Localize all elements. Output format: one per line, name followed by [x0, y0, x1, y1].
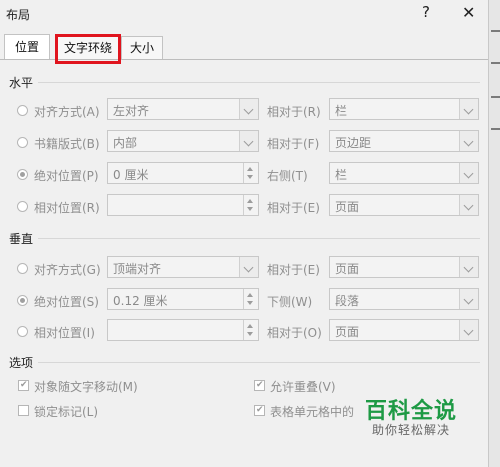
combo-v-relative-relative[interactable]: 页面 [329, 319, 479, 341]
combo-h-absolute-relative-value: 栏 [335, 168, 348, 182]
chevron-down-icon [459, 257, 478, 277]
label-move-with-text: 对象随文字移动(M) [34, 380, 138, 394]
check-icon: ✔ [20, 380, 28, 390]
label-v-absolute-position: 绝对位置(S) [34, 295, 99, 309]
combo-book-layout-relative-value: 页边距 [335, 136, 372, 150]
section-divider-horizontal [38, 82, 480, 83]
combo-h-relative-relative-value: 页面 [335, 200, 360, 214]
spin-arrows-icon[interactable] [243, 320, 258, 340]
combo-h-alignment-relative-value: 栏 [335, 104, 348, 118]
chevron-down-icon [239, 131, 258, 151]
combo-book-layout[interactable]: 内部 [107, 130, 259, 152]
radio-v-relative-position[interactable] [17, 326, 28, 337]
checkbox-lock-anchor[interactable] [18, 405, 29, 416]
chevron-down-icon [459, 131, 478, 151]
background-window-edge [488, 0, 500, 467]
chevron-down-icon [459, 163, 478, 183]
layout-dialog: 布局 ? ✕ 位置 文字环绕 大小 水平 对齐方式(A) 左对齐 相对于(R) … [0, 0, 488, 467]
combo-book-layout-value: 内部 [113, 136, 138, 150]
spin-h-relative-position[interactable] [107, 194, 259, 216]
checkbox-in-table-cell[interactable]: ✔ [254, 405, 265, 416]
title-bar: 布局 ? ✕ [0, 0, 488, 28]
label-allow-overlap: 允许重叠(V) [270, 380, 336, 394]
label-v-relative-relative: 相对于(O) [267, 326, 322, 340]
label-v-absolute-relative: 下侧(W) [267, 295, 313, 309]
label-v-alignment-relative: 相对于(E) [267, 263, 320, 277]
radio-v-alignment[interactable] [17, 263, 28, 274]
section-title-vertical: 垂直 [9, 232, 34, 246]
spin-h-absolute-position[interactable]: 0 厘米 [107, 162, 259, 184]
chevron-down-icon [459, 320, 478, 340]
combo-h-relative-relative[interactable]: 页面 [329, 194, 479, 216]
section-divider-options [38, 362, 480, 363]
label-h-alignment-relative: 相对于(R) [267, 105, 321, 119]
combo-v-alignment-value: 顶端对齐 [113, 262, 162, 276]
checkbox-move-with-text[interactable]: ✔ [18, 380, 29, 391]
section-title-options: 选项 [9, 356, 34, 370]
label-in-table-cell: 表格单元格中的 [270, 405, 355, 419]
chevron-down-icon [459, 289, 478, 309]
label-lock-anchor: 锁定标记(L) [34, 405, 99, 419]
combo-v-relative-relative-value: 页面 [335, 325, 360, 339]
label-h-absolute-relative: 右侧(T) [267, 169, 308, 183]
help-button[interactable]: ? [422, 3, 430, 21]
combo-h-alignment-value: 左对齐 [113, 104, 150, 118]
radio-h-alignment[interactable] [17, 105, 28, 116]
dialog-title: 布局 [6, 8, 31, 22]
close-button[interactable]: ✕ [462, 3, 475, 22]
edge-mark [491, 30, 500, 32]
check-icon: ✔ [256, 380, 264, 390]
spin-arrows-icon[interactable] [243, 163, 258, 183]
label-book-layout: 书籍版式(B) [34, 137, 100, 151]
label-v-alignment: 对齐方式(G) [34, 263, 101, 277]
combo-h-alignment-relative[interactable]: 栏 [329, 98, 479, 120]
combo-h-alignment[interactable]: 左对齐 [107, 98, 259, 120]
combo-v-alignment-relative[interactable]: 页面 [329, 256, 479, 278]
section-divider-vertical [38, 238, 480, 239]
radio-book-layout[interactable] [17, 137, 28, 148]
spin-arrows-icon[interactable] [243, 195, 258, 215]
label-book-layout-relative: 相对于(F) [267, 137, 320, 151]
radio-v-absolute-position[interactable] [17, 295, 28, 306]
combo-v-alignment[interactable]: 顶端对齐 [107, 256, 259, 278]
label-v-relative-position: 相对位置(I) [34, 326, 95, 340]
check-icon: ✔ [256, 405, 264, 415]
radio-h-relative-position[interactable] [17, 201, 28, 212]
label-h-relative-relative: 相对于(E) [267, 201, 320, 215]
tab-text-wrapping[interactable]: 文字环绕 [57, 36, 119, 59]
label-h-alignment: 对齐方式(A) [34, 105, 100, 119]
spin-h-absolute-position-value: 0 厘米 [113, 168, 149, 182]
edge-mark [491, 128, 500, 130]
combo-v-alignment-relative-value: 页面 [335, 262, 360, 276]
spin-arrows-icon[interactable] [243, 289, 258, 309]
spin-v-absolute-position-value: 0.12 厘米 [113, 294, 168, 308]
combo-book-layout-relative[interactable]: 页边距 [329, 130, 479, 152]
chevron-down-icon [459, 99, 478, 119]
checkbox-allow-overlap[interactable]: ✔ [254, 380, 265, 391]
label-h-absolute-position: 绝对位置(P) [34, 169, 99, 183]
combo-v-absolute-relative[interactable]: 段落 [329, 288, 479, 310]
radio-h-absolute-position[interactable] [17, 169, 28, 180]
spin-v-relative-position[interactable] [107, 319, 259, 341]
tab-position[interactable]: 位置 [4, 34, 50, 60]
spin-v-absolute-position[interactable]: 0.12 厘米 [107, 288, 259, 310]
chevron-down-icon [459, 195, 478, 215]
combo-v-absolute-relative-value: 段落 [335, 294, 360, 308]
watermark-slogan: 助你轻松解决 [372, 423, 451, 437]
section-title-horizontal: 水平 [9, 76, 34, 90]
tab-size[interactable]: 大小 [121, 36, 163, 59]
edge-mark [491, 62, 500, 64]
chevron-down-icon [239, 99, 258, 119]
chevron-down-icon [239, 257, 258, 277]
label-h-relative-position: 相对位置(R) [34, 201, 100, 215]
tab-strip-divider [0, 59, 488, 60]
combo-h-absolute-relative[interactable]: 栏 [329, 162, 479, 184]
edge-mark [491, 96, 500, 98]
